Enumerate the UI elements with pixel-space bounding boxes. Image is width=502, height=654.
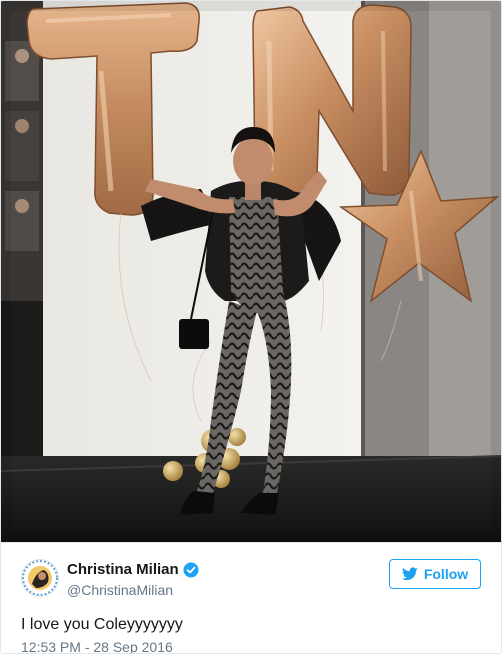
tweet-footer: Christina Milian @ChristinaMilian Follow… [1, 542, 501, 653]
author-display-name[interactable]: Christina Milian [67, 561, 179, 578]
avatar-image [22, 560, 58, 596]
author-name-row: Christina Milian [67, 561, 199, 578]
twitter-bird-icon [401, 567, 418, 581]
tweet-photo[interactable] [1, 1, 501, 542]
follow-button-label: Follow [423, 566, 469, 582]
author-handle[interactable]: @ChristinaMilian [67, 582, 173, 598]
photo-scene [1, 1, 501, 542]
tweet-card: Christina Milian @ChristinaMilian Follow… [0, 0, 502, 654]
tweet-text: I love you Coleyyyyyyy [21, 616, 183, 633]
tweet-timestamp[interactable]: 12:53 PM - 28 Sep 2016 [21, 640, 173, 653]
verified-badge-icon [183, 562, 199, 577]
follow-button[interactable]: Follow [389, 559, 481, 589]
avatar[interactable] [21, 559, 59, 597]
